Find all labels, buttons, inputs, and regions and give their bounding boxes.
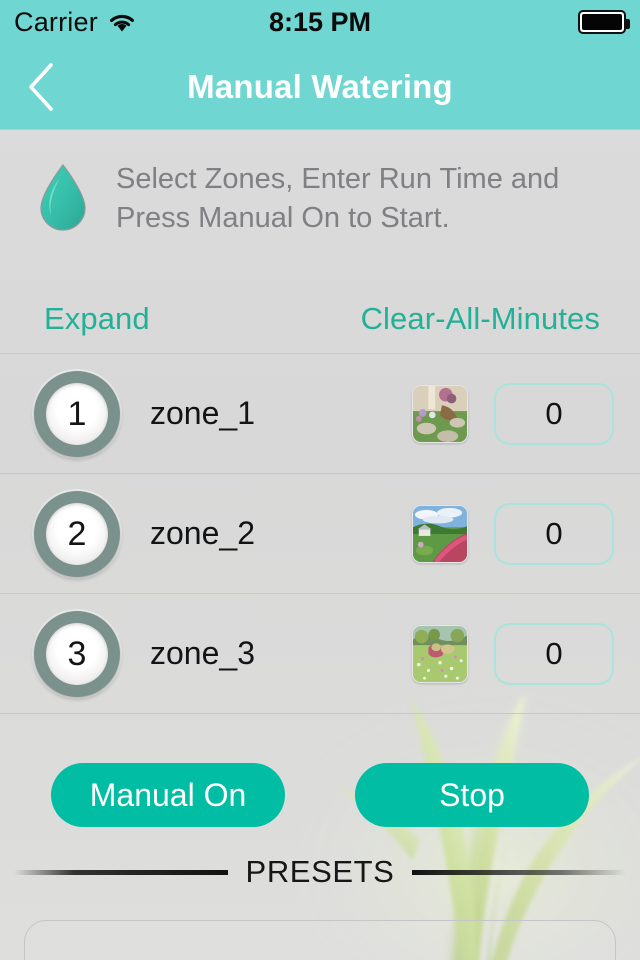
presets-section-header: PRESETS bbox=[0, 842, 640, 902]
preset-card[interactable] bbox=[24, 920, 616, 960]
instruction-banner: Select Zones, Enter Run Time and Press M… bbox=[0, 130, 640, 241]
zone-thumbnail[interactable] bbox=[412, 624, 468, 683]
zone-select-badge[interactable]: 1 bbox=[34, 370, 120, 457]
status-bar-right bbox=[578, 10, 630, 34]
garden-stone-path-photo bbox=[413, 385, 467, 442]
zone-name-label: zone_3 bbox=[150, 635, 255, 671]
divider-right bbox=[412, 869, 627, 875]
zone-select-badge[interactable]: 3 bbox=[34, 610, 120, 697]
wildflower-meadow-photo bbox=[413, 625, 467, 682]
zone-thumbnail[interactable] bbox=[412, 384, 468, 443]
status-bar-left: Carrier bbox=[14, 7, 137, 38]
zone-minutes-input[interactable] bbox=[494, 382, 614, 445]
zone-row[interactable]: 2 zone_2 bbox=[0, 474, 640, 594]
page-title: Manual Watering bbox=[187, 67, 453, 105]
zone-number: 1 bbox=[67, 394, 87, 433]
status-bar: Carrier 8:15 PM bbox=[0, 0, 640, 44]
zone-actions-row: Expand Clear-All-Minutes bbox=[0, 241, 640, 353]
zone-select-badge[interactable]: 2 bbox=[34, 490, 120, 577]
zone-list: 1 zone_1 0 2 zone_2 0 3 zone_3 0 bbox=[0, 353, 640, 714]
back-button[interactable] bbox=[18, 59, 64, 115]
zone-row[interactable]: 1 zone_1 bbox=[0, 354, 640, 474]
flower-garden-sky-photo bbox=[413, 505, 467, 562]
zone-thumbnail[interactable] bbox=[412, 504, 468, 563]
zone-name-label: zone_1 bbox=[150, 395, 255, 431]
clear-all-minutes-button[interactable]: Clear-All-Minutes bbox=[361, 301, 600, 337]
wifi-icon bbox=[109, 14, 134, 32]
chevron-left-icon bbox=[29, 62, 53, 111]
instruction-text: Select Zones, Enter Run Time and Press M… bbox=[116, 163, 560, 234]
zone-row[interactable]: 3 zone_3 bbox=[0, 594, 640, 714]
water-drop-icon bbox=[40, 164, 86, 231]
stop-button[interactable]: Stop bbox=[355, 763, 589, 827]
zone-number: 2 bbox=[67, 514, 87, 553]
zone-name-label: zone_2 bbox=[150, 515, 255, 551]
manual-on-button[interactable]: Manual On bbox=[51, 763, 285, 827]
water-drop-icon-wrap bbox=[34, 156, 92, 241]
presets-label: PRESETS bbox=[245, 854, 395, 889]
navigation-bar: Manual Watering bbox=[0, 44, 640, 130]
manual-watering-screen: Carrier 8:15 PM Manual Watering Select Z… bbox=[0, 0, 640, 960]
expand-button[interactable]: Expand bbox=[44, 301, 150, 337]
zone-minutes-input[interactable] bbox=[494, 622, 614, 685]
carrier-label: Carrier bbox=[14, 6, 98, 37]
zone-minutes-input[interactable] bbox=[494, 502, 614, 565]
battery-full-icon bbox=[578, 10, 630, 34]
manual-controls-row: Manual On Stop bbox=[0, 714, 640, 842]
divider-left bbox=[14, 869, 228, 875]
zone-number: 3 bbox=[67, 634, 87, 673]
